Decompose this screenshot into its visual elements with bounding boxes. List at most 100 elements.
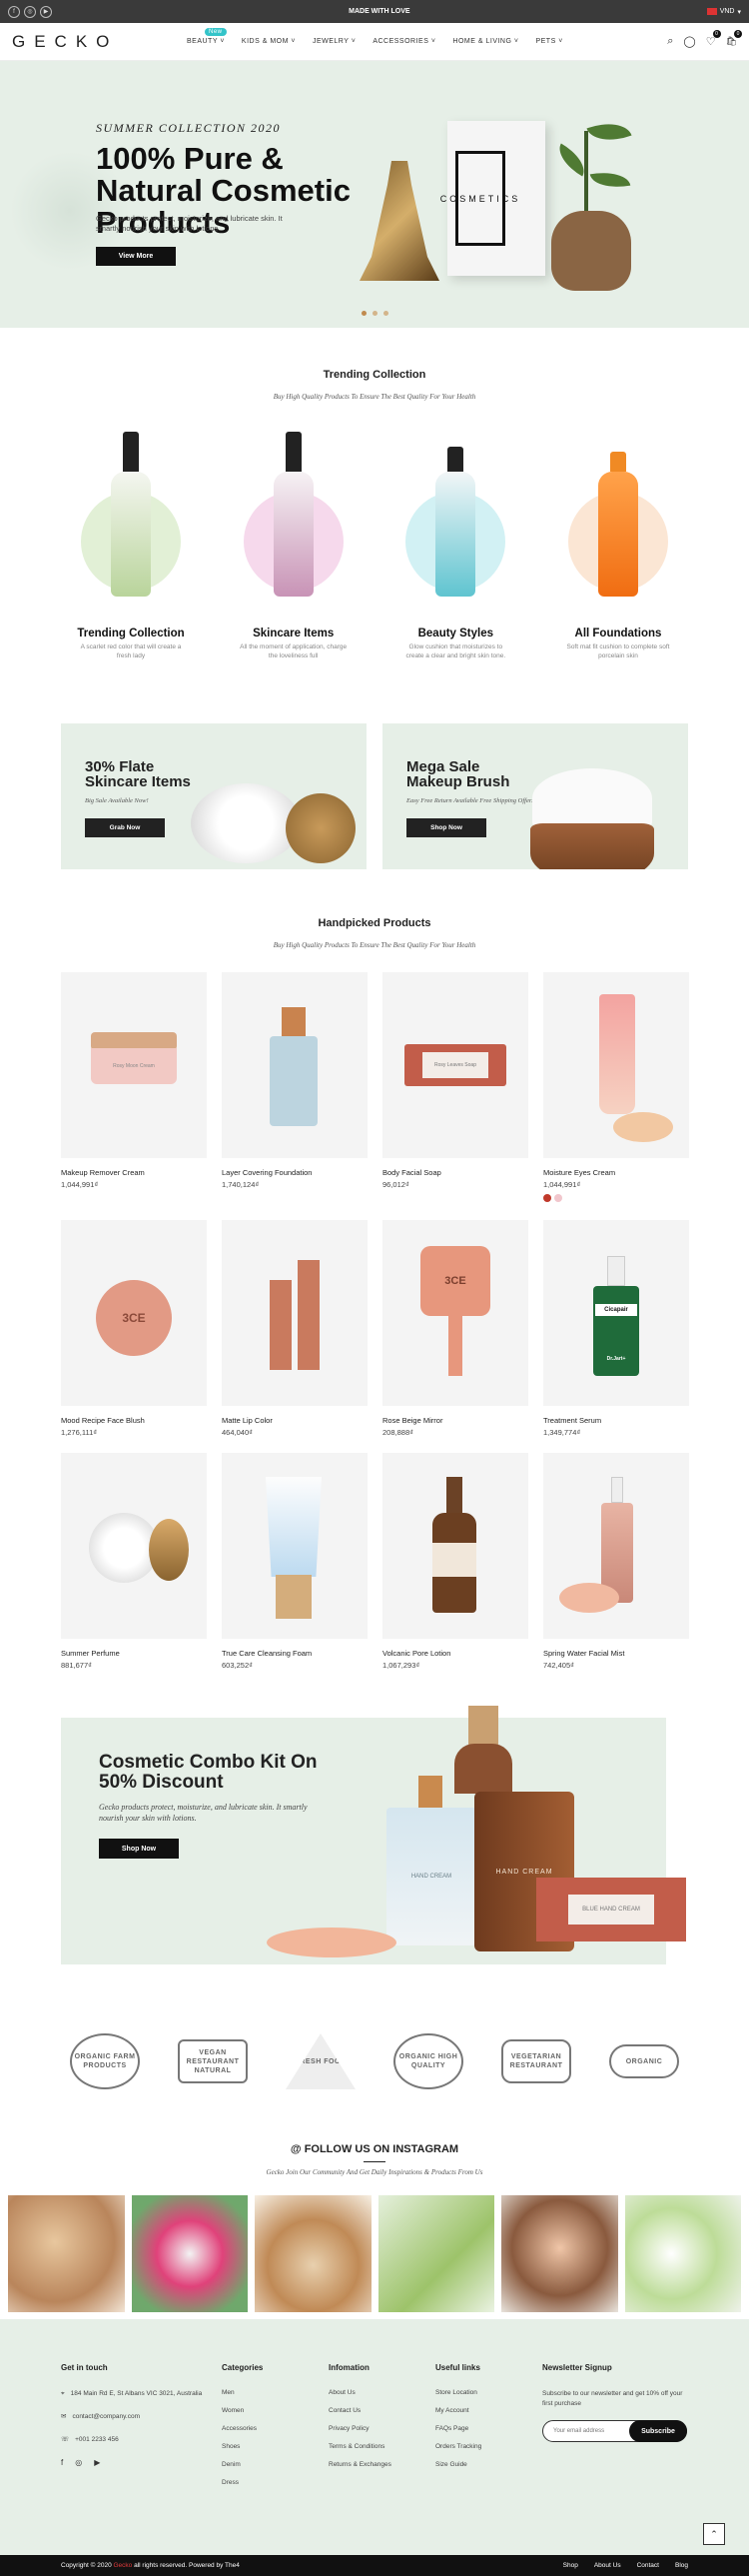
brand-logo[interactable]: ORGANIC FARM PRODUCTS	[70, 2033, 140, 2089]
newsletter-email-input[interactable]: Your email address Subscribe	[542, 2420, 687, 2442]
view-more-button[interactable]: View More	[96, 247, 176, 266]
product-name[interactable]: True Care Cleansing Foam	[222, 1649, 368, 1658]
footer-link[interactable]: Contact Us	[329, 2407, 391, 2414]
grab-now-button[interactable]: Grab Now	[85, 818, 165, 837]
bottom-link-about[interactable]: About Us	[594, 2562, 621, 2569]
site-logo[interactable]: GECKO	[12, 32, 187, 52]
currency-selector[interactable]: VND ▾	[706, 8, 741, 16]
trending-card[interactable]: Beauty Styles Glow cushion that moisturi…	[385, 422, 525, 660]
nav-item-home-living[interactable]: HOME & LIVING ˅	[452, 38, 518, 45]
facebook-icon[interactable]: f	[8, 5, 20, 18]
youtube-icon[interactable]: ▶	[94, 2458, 100, 2467]
slider-dot[interactable]	[383, 311, 388, 316]
bottom-link-contact[interactable]: Contact	[637, 2562, 659, 2569]
product-name[interactable]: Makeup Remover Cream	[61, 1168, 207, 1177]
trending-card[interactable]: Skincare Items All the moment of applica…	[224, 422, 364, 660]
product-card[interactable]: Rosy Leaves Soap Body Facial Soap 96,012…	[382, 972, 528, 1202]
account-icon[interactable]: ◯	[683, 35, 695, 48]
instagram-icon[interactable]: ◎	[75, 2458, 82, 2467]
product-card[interactable]: Layer Covering Foundation 1,740,124₫	[222, 972, 368, 1202]
product-name[interactable]: Rose Beige Mirror	[382, 1416, 528, 1425]
back-to-top-button[interactable]: ⌃	[703, 2523, 725, 2545]
product-card[interactable]: Moisture Eyes Cream 1,044,991₫	[543, 972, 689, 1202]
product-card[interactable]: 3CE Rose Beige Mirror 208,888₫	[382, 1220, 528, 1437]
brand-logo[interactable]: VEGETARIAN RESTAURANT	[501, 2039, 571, 2083]
combo-shop-now-button[interactable]: Shop Now	[99, 1839, 179, 1859]
footer-link[interactable]: Women	[222, 2407, 263, 2414]
nav-item-jewelry[interactable]: JEWELRY ˅	[313, 38, 356, 45]
slider-dot[interactable]	[373, 311, 377, 316]
youtube-icon[interactable]: ▶	[40, 5, 52, 18]
instagram-icon[interactable]: ◎	[24, 5, 36, 18]
footer-link[interactable]: Dress	[222, 2479, 263, 2486]
footer-link[interactable]: Privacy Policy	[329, 2425, 391, 2432]
product-name[interactable]: Summer Perfume	[61, 1649, 207, 1658]
instagram-title[interactable]: @ FOLLOW US ON INSTAGRAM	[0, 2143, 749, 2155]
nav-item-beauty[interactable]: New BEAUTY ˅	[187, 28, 227, 45]
footer-link[interactable]: My Account	[435, 2407, 481, 2414]
product-card[interactable]: Rosy Moon Cream Makeup Remover Cream 1,0…	[61, 972, 207, 1202]
nav-item-kids-mom[interactable]: KIDS & MOM ˅	[242, 38, 296, 45]
footer-link[interactable]: Store Location	[435, 2389, 481, 2396]
bottom-link-blog[interactable]: Blog	[675, 2562, 688, 2569]
product-card[interactable]: Cicapair Dr.Jart+ Treatment Serum 1,349,…	[543, 1220, 689, 1437]
product-card[interactable]: Summer Perfume 881,677₫	[61, 1453, 207, 1670]
product-name[interactable]: Treatment Serum	[543, 1416, 689, 1425]
product-name[interactable]: Body Facial Soap	[382, 1168, 528, 1177]
footer-link[interactable]: Accessories	[222, 2425, 263, 2432]
wishlist-icon[interactable]: ♡ 0	[706, 30, 721, 48]
bottom-link-shop[interactable]: Shop	[563, 2562, 578, 2569]
instagram-photo[interactable]	[255, 2195, 372, 2312]
trending-card[interactable]: All Foundations Soft mat fit cushion to …	[548, 422, 688, 660]
product-card[interactable]: 3CE Mood Recipe Face Blush 1,276,111₫	[61, 1220, 207, 1437]
footer-link[interactable]: Denim	[222, 2461, 263, 2468]
promo-banner-skincare[interactable]: 30% Flate Skincare Items Big Sale Availa…	[61, 723, 367, 869]
instagram-photo[interactable]	[501, 2195, 618, 2312]
slider-dot[interactable]	[362, 311, 367, 316]
product-name[interactable]: Mood Recipe Face Blush	[61, 1416, 207, 1425]
footer-link[interactable]: Shoes	[222, 2443, 263, 2450]
instagram-photo[interactable]	[377, 2195, 494, 2312]
footer-email[interactable]: ✉ contact@company.com	[61, 2412, 211, 2421]
instagram-photo[interactable]	[8, 2195, 125, 2312]
brand-logo[interactable]: ORGANIC	[609, 2044, 679, 2078]
brand-logo[interactable]: ORGANIC HIGH QUALITY	[393, 2033, 463, 2089]
product-name[interactable]: Spring Water Facial Mist	[543, 1649, 689, 1658]
combo-title: Cosmetic Combo Kit On 50% Discount	[99, 1752, 318, 1793]
footer-link[interactable]: Returns & Exchanges	[329, 2461, 391, 2468]
product-card[interactable]: True Care Cleansing Foam 603,252₫	[222, 1453, 368, 1670]
nav-item-accessories[interactable]: ACCESSORIES ˅	[373, 38, 435, 45]
product-card[interactable]: Spring Water Facial Mist 742,405₫	[543, 1453, 689, 1670]
promo-banner-makeup-brush[interactable]: Mega Sale Makeup Brush Easy Free Return …	[382, 723, 688, 869]
soil-pot-image	[551, 211, 631, 291]
cart-icon[interactable]: 🛍 0	[726, 30, 742, 48]
brand-link[interactable]: Gecko	[114, 2562, 133, 2569]
subscribe-button[interactable]: Subscribe	[629, 2420, 687, 2442]
instagram-photo[interactable]	[131, 2195, 248, 2312]
product-name[interactable]: Volcanic Pore Lotion	[382, 1649, 528, 1658]
swatch-red[interactable]	[543, 1194, 551, 1202]
brand-logo[interactable]: FRESH FOOD	[286, 2033, 356, 2089]
footer-link[interactable]: FAQs Page	[435, 2425, 481, 2432]
product-name[interactable]: Moisture Eyes Cream	[543, 1168, 689, 1177]
footer-phone[interactable]: ☏ +001 2233 456	[61, 2435, 211, 2444]
footer-link[interactable]: Orders Tracking	[435, 2443, 481, 2450]
footer-link[interactable]: Terms & Conditions	[329, 2443, 391, 2450]
footer-link[interactable]: Size Guide	[435, 2461, 481, 2468]
product-name[interactable]: Matte Lip Color	[222, 1416, 368, 1425]
plant-stem	[584, 131, 588, 221]
brand-logo[interactable]: VEGAN RESTAURANT NATURAL	[178, 2039, 248, 2083]
trending-image	[61, 422, 201, 622]
footer-link[interactable]: Men	[222, 2389, 263, 2396]
product-card[interactable]: Volcanic Pore Lotion 1,067,293₫	[382, 1453, 528, 1670]
facebook-icon[interactable]: f	[61, 2458, 63, 2467]
shop-now-button[interactable]: Shop Now	[406, 818, 486, 837]
swatch-pink[interactable]	[554, 1194, 562, 1202]
trending-card[interactable]: Trending Collection A scarlet red color …	[61, 422, 201, 660]
instagram-photo[interactable]	[624, 2195, 741, 2312]
product-card[interactable]: Matte Lip Color 464,040₫	[222, 1220, 368, 1437]
search-icon[interactable]: ⌕	[667, 35, 673, 48]
footer-link[interactable]: About Us	[329, 2389, 391, 2396]
nav-item-pets[interactable]: PETS ˅	[535, 38, 562, 45]
product-name[interactable]: Layer Covering Foundation	[222, 1168, 368, 1177]
